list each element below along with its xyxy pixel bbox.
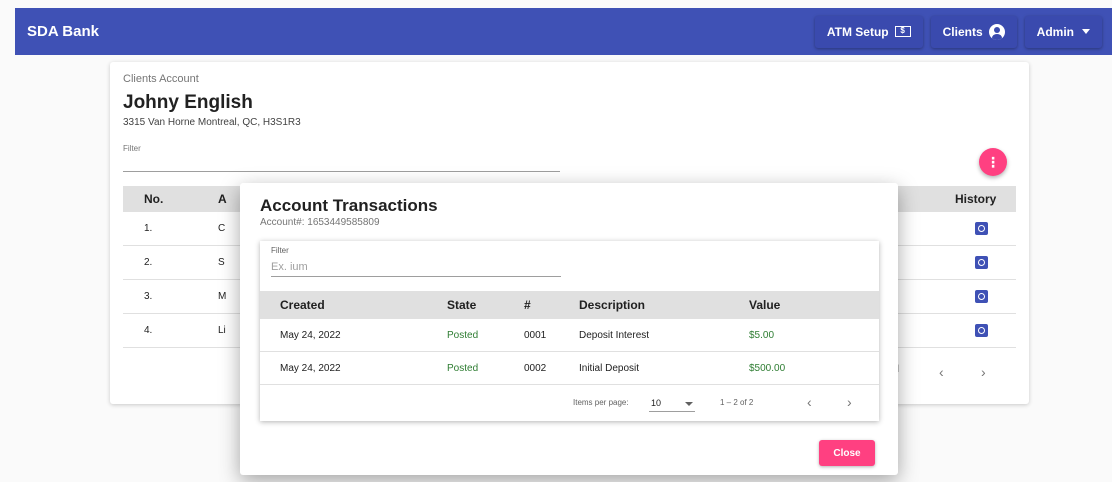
row-number: 4. <box>144 325 153 336</box>
dialog-title: Account Transactions <box>260 196 438 215</box>
row-number: 3. <box>144 291 153 302</box>
row-account: M <box>218 291 227 302</box>
history-search-icon[interactable] <box>975 290 988 303</box>
accounts-filter-input[interactable] <box>123 171 560 172</box>
history-search-icon[interactable] <box>975 324 988 337</box>
column-header-no: No. <box>144 192 164 206</box>
admin-label: Admin <box>1036 24 1074 39</box>
cell-description: Initial Deposit <box>579 363 640 374</box>
column-header-value[interactable]: Value <box>749 298 780 312</box>
client-name: Johny English <box>123 92 253 113</box>
cell-number: 0002 <box>524 363 547 374</box>
column-header-account: A <box>218 192 227 206</box>
more-vert-icon: ⋮ <box>986 153 1000 170</box>
cell-value: $500.00 <box>749 363 786 374</box>
page-range-label: 1 – 2 of 2 <box>720 398 754 407</box>
cell-created: May 24, 2022 <box>280 330 341 341</box>
table-row: May 24, 2022 Posted 0001 Deposit Interes… <box>260 319 879 352</box>
previous-page-button[interactable]: ‹ <box>939 364 944 380</box>
previous-page-button[interactable]: ‹ <box>807 394 812 410</box>
transactions-filter-label: Filter <box>271 246 289 255</box>
next-page-button[interactable]: › <box>981 364 986 380</box>
top-app-bar: SDA Bank ATM Setup $ Clients Admin <box>15 8 1112 55</box>
admin-menu-button[interactable]: Admin <box>1024 15 1102 48</box>
cell-created: May 24, 2022 <box>280 363 341 374</box>
transactions-paginator: Items per page: 10 1 – 2 of 2 ‹ › <box>260 385 879 421</box>
row-account: S <box>218 257 225 268</box>
row-account: Li <box>218 325 226 336</box>
row-number: 2. <box>144 257 153 268</box>
transactions-filter-input[interactable] <box>271 257 561 277</box>
more-actions-fab[interactable]: ⋮ <box>979 148 1007 176</box>
accounts-filter-label: Filter <box>123 144 141 153</box>
cash-icon: $ <box>894 26 911 37</box>
table-row: May 24, 2022 Posted 0002 Initial Deposit… <box>260 352 879 385</box>
close-button[interactable]: Close <box>819 440 875 466</box>
clients-label: Clients <box>942 24 983 39</box>
column-header-number[interactable]: # <box>524 298 531 312</box>
history-search-icon[interactable] <box>975 256 988 269</box>
caret-down-icon <box>1082 29 1090 34</box>
transactions-panel: Filter Created State # Description Value… <box>260 241 879 421</box>
account-circle-icon <box>988 23 1005 40</box>
card-subtitle: Clients Account <box>123 73 199 85</box>
column-header-description[interactable]: Description <box>579 298 645 312</box>
atm-setup-button[interactable]: ATM Setup $ <box>814 15 923 48</box>
items-per-page-label: Items per page: <box>573 398 629 407</box>
clients-button[interactable]: Clients <box>930 15 1017 48</box>
cell-description: Deposit Interest <box>579 330 650 341</box>
column-header-history: History <box>955 192 997 206</box>
page-size-select[interactable]: 10 <box>649 394 695 412</box>
dropdown-arrow-icon <box>685 402 693 406</box>
next-page-button[interactable]: › <box>847 394 852 410</box>
transactions-table-header: Created State # Description Value <box>260 291 879 319</box>
account-number: Account#: 1653449585809 <box>260 217 380 228</box>
column-header-state[interactable]: State <box>447 298 476 312</box>
client-address: 3315 Van Horne Montreal, QC, H3S1R3 <box>123 117 301 128</box>
row-account: C <box>218 223 226 234</box>
brand-title: SDA Bank <box>27 23 99 40</box>
row-number: 1. <box>144 223 153 234</box>
cell-state: Posted <box>447 330 479 341</box>
cell-number: 0001 <box>524 330 547 341</box>
atm-setup-label: ATM Setup <box>826 24 889 39</box>
cell-state: Posted <box>447 363 479 374</box>
account-transactions-dialog: Account Transactions Account#: 165344958… <box>240 183 898 475</box>
column-header-created[interactable]: Created <box>280 298 325 312</box>
cell-value: $5.00 <box>749 330 775 341</box>
history-search-icon[interactable] <box>975 222 988 235</box>
page-size-value: 10 <box>651 398 662 408</box>
